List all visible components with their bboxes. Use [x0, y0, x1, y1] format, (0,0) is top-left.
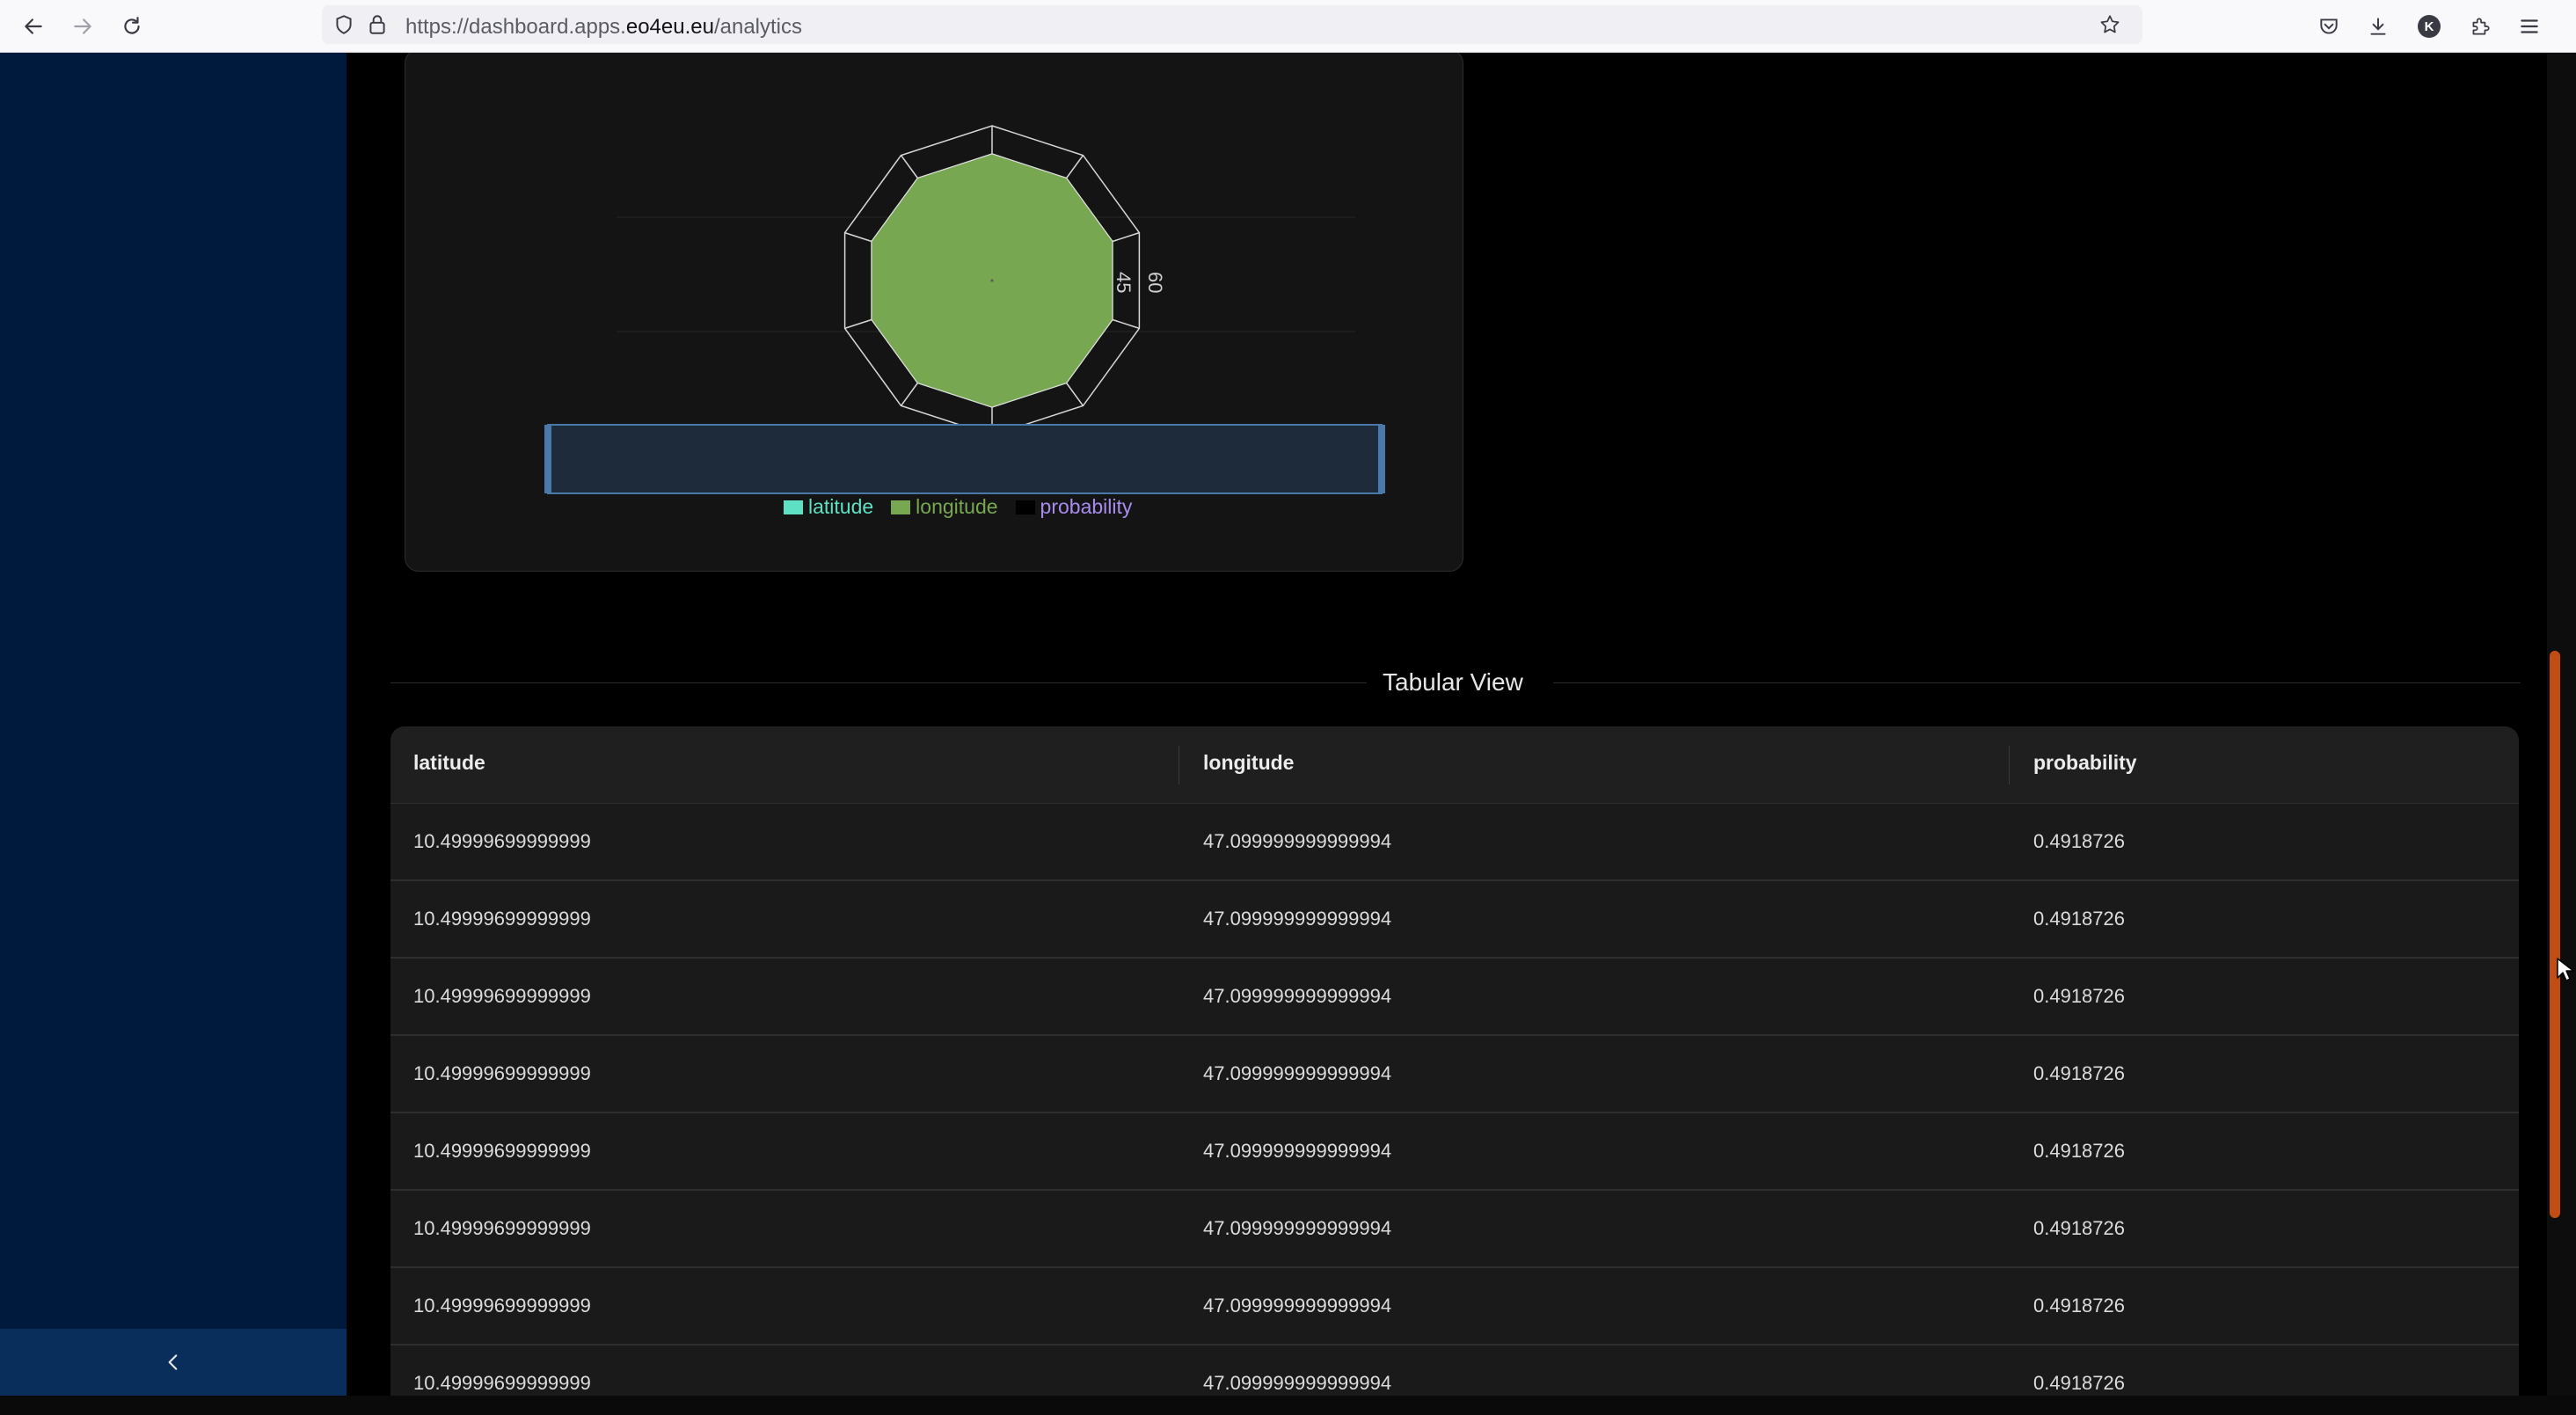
- bottom-strip: [0, 1396, 2576, 1415]
- table-cell-probability: 0.4918726: [2033, 985, 2125, 1007]
- shield-icon[interactable]: [332, 13, 355, 40]
- table-row[interactable]: 10.49999699999999 47.099999999999994 0.491…: [390, 1113, 2519, 1191]
- pocket-icon[interactable]: [2313, 11, 2345, 42]
- section-divider-left: [390, 682, 1367, 683]
- table-cell-probability: 0.4918726: [2033, 1062, 2125, 1084]
- radar-spoke: [1112, 231, 1140, 243]
- radar-spoke: [1065, 383, 1084, 406]
- table-cell-latitude: 10.49999699999999: [413, 1217, 591, 1239]
- reload-icon[interactable]: [116, 11, 148, 42]
- table-cell-latitude: 10.49999699999999: [413, 908, 591, 930]
- star-icon[interactable]: [2098, 13, 2121, 40]
- account-initial: K: [2418, 15, 2441, 38]
- table-cell-probability: 0.4918726: [2033, 1217, 2125, 1239]
- table-row[interactable]: 10.49999699999999 47.099999999999994 0.491…: [390, 1346, 2519, 1396]
- table-cell-longitude: 47.099999999999994: [1203, 908, 1392, 930]
- legend-item-latitude[interactable]: latitude: [784, 495, 873, 519]
- table-cell-latitude: 10.49999699999999: [413, 985, 591, 1007]
- table-cell-latitude: 10.49999699999999: [413, 1295, 591, 1317]
- lock-icon[interactable]: [366, 13, 389, 40]
- sidebar: [0, 53, 347, 1396]
- legend-item-probability[interactable]: probability: [1015, 495, 1133, 519]
- table-cell-latitude: 10.49999699999999: [413, 1372, 591, 1394]
- radial-tick-label: 60: [1144, 272, 1166, 293]
- table-cell-longitude: 47.099999999999994: [1203, 830, 1392, 852]
- url-prefix: https://dashboard.apps.: [405, 15, 626, 39]
- table-cell-longitude: 47.099999999999994: [1203, 985, 1392, 1007]
- browser-toolbar: https://dashboard.apps.eo4eu.eu/analytic…: [0, 0, 2576, 53]
- table-row[interactable]: 10.49999699999999 47.099999999999994 0.491…: [390, 881, 2519, 959]
- table-cell-probability: 0.4918726: [2033, 830, 2125, 852]
- legend-label: probability: [1040, 495, 1133, 518]
- table-cell-longitude: 47.099999999999994: [1203, 1217, 1392, 1239]
- radar-center-point: [990, 279, 994, 282]
- column-header-longitude[interactable]: longitude: [1203, 751, 1294, 775]
- account-avatar[interactable]: K: [2413, 11, 2445, 42]
- url-text[interactable]: https://dashboard.apps.eo4eu.eu/analytic…: [405, 15, 802, 40]
- scrollbar-thumb[interactable]: [2550, 651, 2560, 1218]
- main-content: 45 60 latitude longitude probability Tab…: [347, 53, 2547, 1396]
- chart-legend: latitude longitude probability: [784, 495, 1132, 519]
- table-cell-latitude: 10.49999699999999: [413, 1062, 591, 1084]
- legend-item-longitude[interactable]: longitude: [891, 495, 998, 519]
- datazoom-handle-left[interactable]: [544, 425, 551, 493]
- legend-swatch: [1015, 500, 1035, 514]
- table-header: latitude longitude probability: [390, 726, 2519, 804]
- table-cell-probability: 0.4918726: [2033, 908, 2125, 930]
- arrow-right-icon[interactable]: [67, 11, 99, 42]
- column-header-probability[interactable]: probability: [2033, 751, 2137, 775]
- table-cell-probability: 0.4918726: [2033, 1140, 2125, 1162]
- radar-spoke: [844, 231, 872, 243]
- radar-spoke: [1065, 155, 1084, 179]
- datazoom-handle-right[interactable]: [1378, 425, 1385, 493]
- radar-spoke: [900, 155, 919, 179]
- sidebar-collapse-button[interactable]: [0, 1329, 347, 1396]
- chevron-left-icon: [168, 1354, 178, 1370]
- table-cell-probability: 0.4918726: [2033, 1372, 2125, 1394]
- table-cell-latitude: 10.49999699999999: [413, 830, 591, 852]
- table-row[interactable]: 10.49999699999999 47.099999999999994 0.491…: [390, 959, 2519, 1036]
- legend-label: longitude: [916, 495, 998, 518]
- column-header-latitude[interactable]: latitude: [413, 751, 485, 775]
- legend-swatch: [891, 500, 911, 514]
- table-cell-longitude: 47.099999999999994: [1203, 1140, 1392, 1162]
- chart-card: 45 60 latitude longitude probability: [405, 53, 1463, 572]
- url-path: /analytics: [713, 15, 802, 39]
- radar-spoke: [1112, 318, 1140, 330]
- table-row[interactable]: 10.49999699999999 47.099999999999994 0.491…: [390, 804, 2519, 881]
- data-table: latitude longitude probability 10.499996…: [390, 726, 2519, 1396]
- table-row[interactable]: 10.49999699999999 47.099999999999994 0.491…: [390, 1036, 2519, 1113]
- column-separator: [2009, 746, 2010, 784]
- radar-spoke: [900, 383, 919, 406]
- arrow-left-icon[interactable]: [18, 11, 49, 42]
- mouse-cursor-icon: [2557, 958, 2574, 981]
- table-row[interactable]: 10.49999699999999 47.099999999999994 0.491…: [390, 1268, 2519, 1346]
- table-cell-probability: 0.4918726: [2033, 1295, 2125, 1317]
- section-title: Tabular View: [1383, 668, 1523, 696]
- radial-tick-label: 45: [1113, 272, 1135, 293]
- legend-label: latitude: [808, 495, 874, 518]
- legend-swatch: [784, 500, 803, 514]
- table-row[interactable]: 10.49999699999999 47.099999999999994 0.491…: [390, 1191, 2519, 1268]
- address-bar[interactable]: https://dashboard.apps.eo4eu.eu/analytic…: [322, 5, 2142, 44]
- table-cell-latitude: 10.49999699999999: [413, 1140, 591, 1162]
- radar-spoke: [844, 318, 872, 330]
- table-cell-longitude: 47.099999999999994: [1203, 1372, 1392, 1394]
- download-icon[interactable]: [2362, 11, 2394, 42]
- puzzle-icon[interactable]: [2464, 11, 2496, 42]
- table-cell-longitude: 47.099999999999994: [1203, 1295, 1392, 1317]
- datazoom-slider[interactable]: [547, 424, 1383, 494]
- section-divider-right: [1553, 682, 2521, 683]
- hamburger-icon[interactable]: [2514, 11, 2545, 42]
- url-host: eo4eu.eu: [625, 15, 714, 39]
- table-cell-longitude: 47.099999999999994: [1203, 1062, 1392, 1084]
